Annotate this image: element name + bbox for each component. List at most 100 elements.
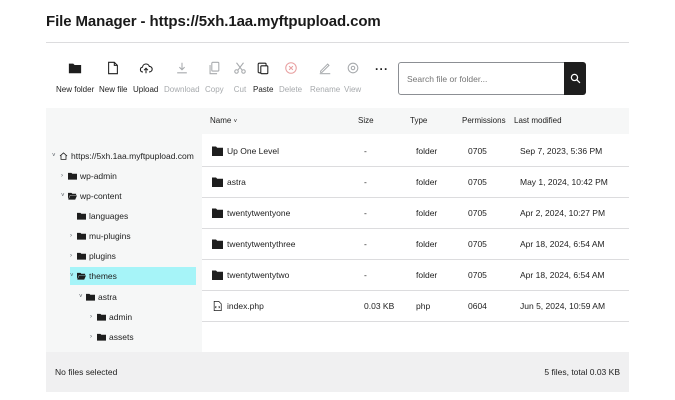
tree-item-assets[interactable]: › assets — [90, 328, 134, 346]
tree-item-label: wp-content — [80, 191, 122, 201]
column-header-permissions[interactable]: Permissions — [462, 116, 506, 125]
file-modified: May 1, 2024, 10:42 PM — [520, 177, 608, 187]
file-plus-icon — [105, 60, 121, 76]
file-list-header: Name ˅ Size Type Permissions Last modifi… — [202, 108, 629, 134]
new-folder-button[interactable]: New folder — [56, 60, 94, 94]
file-name: Up One Level — [227, 146, 279, 156]
folder-icon — [212, 177, 223, 187]
tree-item-plugins[interactable]: › plugins — [70, 247, 116, 265]
more-options-icon[interactable]: ··· — [375, 62, 389, 76]
table-row[interactable]: twentytwentythree - folder 0705 Apr 18, … — [202, 229, 629, 260]
column-header-name[interactable]: Name ˅ — [210, 116, 237, 125]
folder-icon — [97, 313, 106, 321]
download-label: Download — [164, 85, 200, 94]
file-size: - — [364, 146, 367, 156]
file-type: folder — [416, 270, 438, 280]
file-name: twentytwentythree — [227, 239, 296, 249]
file-type: folder — [416, 177, 438, 187]
collapse-toggle[interactable]: ˅ — [70, 273, 76, 279]
eye-icon — [345, 60, 361, 76]
tree-item-themes[interactable]: ˅ themes — [70, 267, 196, 285]
search-button[interactable] — [564, 62, 586, 95]
expand-toggle[interactable]: › — [61, 173, 67, 179]
file-modified: Apr 18, 2024, 6:54 AM — [520, 270, 605, 280]
table-row[interactable]: index.php 0.03 KB php 0604 Jun 5, 2024, … — [202, 291, 629, 322]
file-modified: Apr 18, 2024, 6:54 AM — [520, 239, 605, 249]
tree-item-label: wp-admin — [80, 171, 117, 181]
folder-icon — [212, 270, 223, 280]
folder-icon — [77, 252, 86, 260]
table-row[interactable]: Up One Level - folder 0705 Sep 7, 2023, … — [202, 136, 629, 167]
files-summary: 5 files, total 0.03 KB — [544, 367, 620, 377]
table-row[interactable]: twentytwentytwo - folder 0705 Apr 18, 20… — [202, 260, 629, 291]
folder-up-icon — [212, 146, 223, 156]
delete-button[interactable]: Delete — [279, 60, 302, 94]
column-header-size[interactable]: Size — [358, 116, 374, 125]
folder-icon — [97, 333, 106, 341]
folder-icon — [212, 239, 223, 249]
file-type: php — [416, 301, 431, 311]
tree-item-label: admin — [109, 312, 133, 322]
folder-icon — [212, 208, 223, 218]
file-permissions: 0705 — [468, 177, 487, 187]
column-name-label: Name — [210, 116, 232, 125]
cut-button[interactable]: Cut — [232, 60, 248, 94]
column-header-modified[interactable]: Last modified — [514, 116, 562, 125]
view-button[interactable]: View — [344, 60, 361, 94]
paste-label: Paste — [253, 85, 274, 94]
download-icon — [174, 60, 190, 76]
sort-arrow-icon: ˅ — [233, 119, 238, 125]
scissors-icon — [232, 60, 248, 76]
tree-item-languages[interactable]: languages — [70, 207, 128, 225]
file-size: - — [364, 177, 367, 187]
table-row[interactable]: twentytwentyone - folder 0705 Apr 2, 202… — [202, 198, 629, 229]
tree-item-root[interactable]: ˅ https://5xh.1aa.myftpupload.com — [52, 147, 194, 165]
collapse-toggle[interactable]: ˅ — [79, 294, 85, 300]
pencil-icon — [317, 60, 333, 76]
status-bar: No files selected 5 files, total 0.03 KB — [46, 352, 629, 392]
tree-item-label: languages — [89, 211, 129, 221]
file-code-icon — [213, 301, 222, 311]
file-name: astra — [227, 177, 246, 187]
copy-button[interactable]: Copy — [205, 60, 224, 94]
expand-toggle[interactable]: › — [70, 253, 76, 259]
file-size: - — [364, 270, 367, 280]
tree-item-wp-admin[interactable]: › wp-admin — [61, 167, 117, 185]
file-permissions: 0705 — [468, 270, 487, 280]
paste-icon — [255, 60, 271, 76]
tree-item-mu-plugins[interactable]: › mu-plugins — [70, 227, 131, 245]
file-type: folder — [416, 208, 438, 218]
new-file-button[interactable]: New file — [99, 60, 127, 94]
tree-item-astra[interactable]: ˅ astra — [79, 288, 117, 306]
rename-button[interactable]: Rename — [310, 60, 340, 94]
search-field — [398, 62, 566, 95]
tree-item-wp-content[interactable]: ˅ wp-content — [61, 187, 122, 205]
expand-toggle[interactable]: › — [90, 314, 96, 320]
collapse-toggle[interactable]: ˅ — [52, 153, 58, 159]
folder-open-icon — [68, 192, 77, 200]
new-file-label: New file — [99, 85, 128, 94]
upload-button[interactable]: Upload — [133, 60, 158, 94]
file-permissions: 0604 — [468, 301, 487, 311]
expand-toggle[interactable]: › — [90, 334, 96, 340]
file-modified: Sep 7, 2023, 5:36 PM — [520, 146, 603, 156]
search-input[interactable] — [399, 63, 565, 94]
file-type: folder — [416, 146, 438, 156]
page-title: File Manager - https://5xh.1aa.myftpuplo… — [46, 13, 381, 30]
tree-item-label: astra — [98, 292, 117, 302]
download-button[interactable]: Download — [164, 60, 200, 94]
collapse-toggle[interactable]: ˅ — [61, 193, 67, 199]
folder-icon — [68, 172, 77, 180]
tree-item-admin[interactable]: › admin — [90, 308, 132, 326]
title-divider — [46, 42, 629, 43]
column-header-type[interactable]: Type — [410, 116, 427, 125]
table-row[interactable]: astra - folder 0705 May 1, 2024, 10:42 P… — [202, 167, 629, 198]
tree-item-label: themes — [89, 271, 117, 281]
expand-toggle[interactable]: › — [70, 233, 76, 239]
delete-label: Delete — [279, 85, 303, 94]
new-folder-label: New folder — [56, 85, 95, 94]
file-size: 0.03 KB — [364, 301, 395, 311]
paste-button[interactable]: Paste — [253, 60, 273, 94]
file-size: - — [364, 239, 367, 249]
copy-label: Copy — [205, 85, 224, 94]
